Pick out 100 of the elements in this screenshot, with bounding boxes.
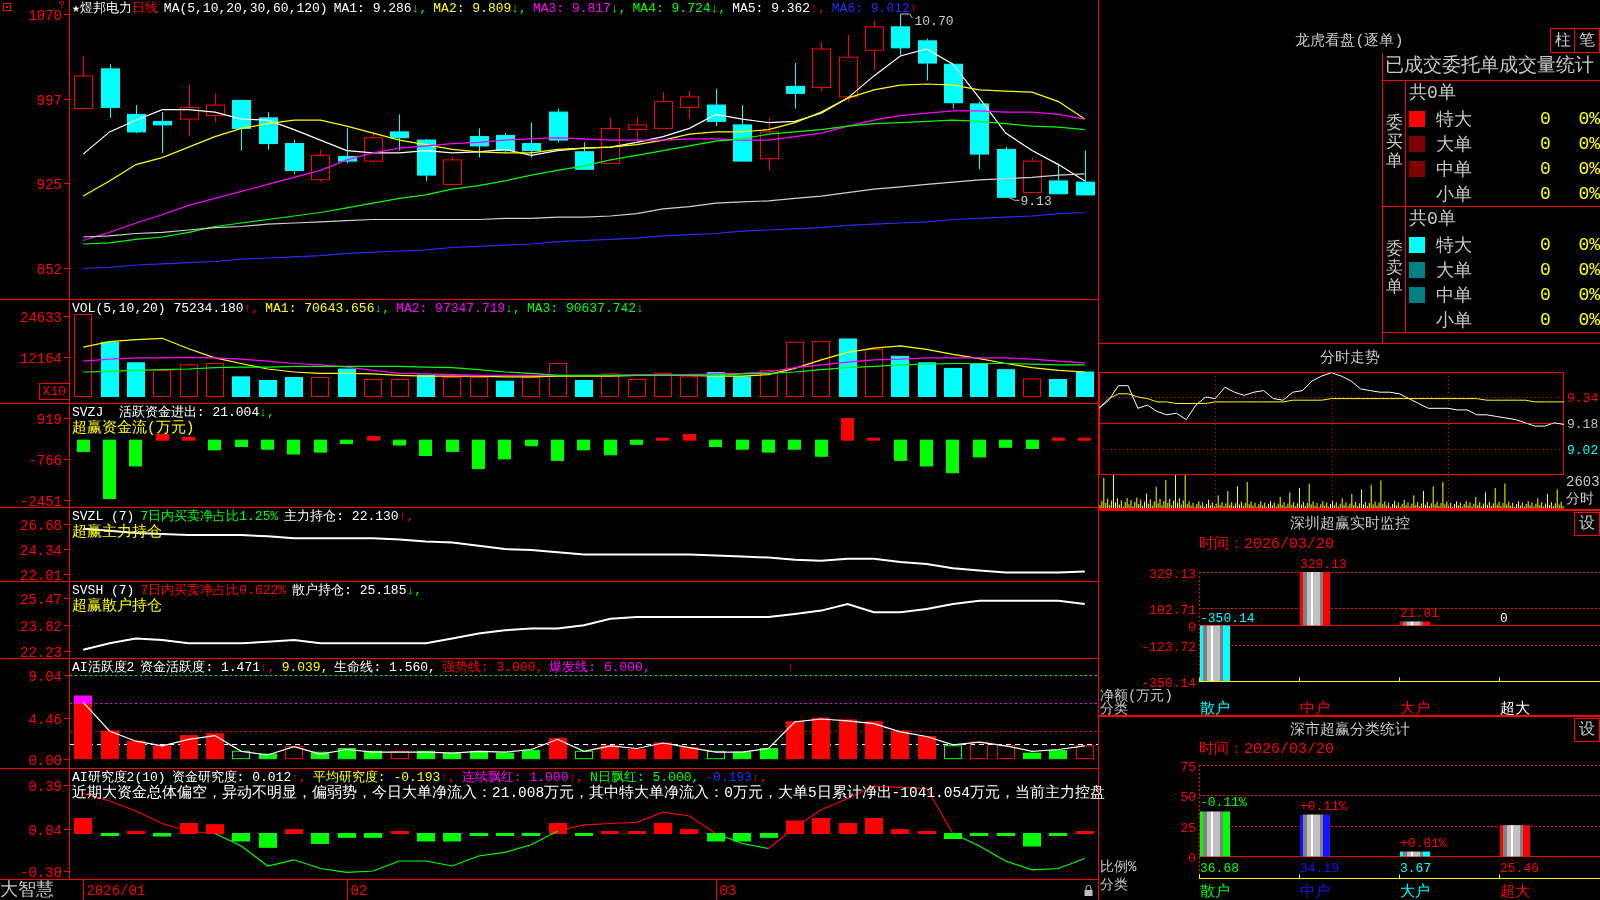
legend-text: MA4: 9.724 [632, 1, 711, 16]
axis-label: 329.13 [1149, 566, 1196, 582]
research-bar [1023, 833, 1041, 847]
flow-bar [973, 439, 986, 458]
candlestick [417, 138, 436, 182]
square-icon[interactable] [3, 3, 11, 11]
order-size-label: 中单 [1436, 284, 1472, 307]
axis-title: 分类 [1100, 701, 1128, 717]
legend-text: 连续飘红: 1.000 [461, 770, 569, 785]
order-percent: 0% [1578, 108, 1600, 129]
research-bar [285, 829, 303, 834]
timestamp: 时间：2026/03/20 [1199, 536, 1334, 553]
order-size-label: 小单 [1436, 183, 1472, 206]
candlestick [390, 113, 409, 152]
axis-label: 4.46 [28, 711, 62, 728]
axis-label: 102.71 [1149, 602, 1196, 618]
view-toggle-button[interactable]: 柱 [1550, 28, 1575, 53]
axis-title: 分类 [1100, 877, 1128, 893]
research-bar [575, 833, 593, 836]
order-percent: 0% [1578, 133, 1600, 154]
flow-bar [419, 439, 432, 456]
axis-title: 比例% [1100, 859, 1137, 875]
trend-arrow: ↓, [610, 1, 627, 16]
candlestick [733, 104, 752, 162]
research-bar [918, 831, 936, 834]
settings-button[interactable]: 设 [1574, 717, 1600, 742]
legend-text: 7日内买卖净占比1.25% [140, 509, 279, 524]
candlestick [180, 83, 199, 138]
flow-bar [683, 434, 696, 441]
view-toggle-button[interactable]: 笔 [1575, 28, 1600, 53]
category-label: 散户 [1200, 701, 1230, 718]
order-count: 0 [1540, 309, 1551, 330]
candlestick [74, 55, 93, 110]
flow-bar [77, 439, 90, 452]
flow-bar [551, 439, 564, 461]
trend-arrow: ↓, [406, 583, 423, 598]
research-bar [839, 823, 857, 834]
candlestick [865, 20, 884, 71]
research-bar [153, 833, 171, 837]
trend-arrow: ↓, [710, 1, 727, 16]
flow-bar [182, 437, 195, 441]
axis-label: 0.39 [28, 778, 62, 795]
trend-arrow: ↑ [909, 1, 918, 16]
date-label: 02 [350, 883, 368, 899]
change-label: +0.11% [1300, 798, 1347, 814]
candlestick [891, 13, 910, 56]
candlestick [206, 92, 225, 124]
axis-label: 9.02 [1567, 442, 1599, 458]
candlestick [680, 90, 699, 120]
help-mark[interactable]: ? [58, 0, 65, 10]
candlestick [997, 146, 1016, 198]
brand-label: 大智慧 [0, 880, 55, 900]
price-annotation: 10.70 [900, 13, 954, 29]
research-bar [127, 831, 145, 834]
order-percent: 0% [1578, 259, 1600, 280]
category-label: 散户 [1200, 884, 1230, 900]
candlestick [918, 38, 937, 82]
trend-arrow: ↑, [440, 770, 456, 785]
legend-text: MA3: 90637.742 [526, 301, 637, 316]
timestamp: 时间：2026/03/20 [1199, 741, 1334, 758]
annotation: 10.70 [914, 14, 954, 30]
research-bar [391, 831, 409, 834]
category-label: 大户 [1400, 701, 1430, 718]
axis-label: 0 [1188, 619, 1196, 635]
order-size-label: 特大 [1436, 108, 1472, 131]
legend-text: 强势线: 3.000, [441, 660, 544, 675]
research-bar [101, 833, 119, 836]
legend-text: 超赢散户持仓 [72, 598, 162, 614]
order-percent: 0% [1578, 234, 1600, 255]
flow-bar [156, 434, 169, 441]
legend-text: 平均研究度: -0.193 [312, 770, 441, 785]
change-label: +0.01% [1400, 835, 1447, 851]
signal-arrow: ↑ [786, 660, 795, 675]
research-bar [1076, 831, 1094, 834]
flow-bar [393, 439, 406, 446]
settings-button[interactable]: 设 [1574, 511, 1600, 536]
candlestick [628, 116, 647, 141]
axis-label: 25 [1180, 820, 1196, 836]
axis-label: 50 [1180, 789, 1196, 805]
candlestick [601, 117, 620, 164]
trend-arrow: ↓, [374, 301, 391, 316]
order-percent: 0% [1578, 309, 1600, 330]
category-label: 大户 [1400, 884, 1430, 900]
candlestick [259, 111, 278, 150]
stacked-bar-segment [74, 695, 92, 704]
value-label: 25.46 [1500, 860, 1539, 876]
research-bar [628, 831, 646, 834]
candlestick [522, 122, 541, 159]
axis-label: 852 [36, 261, 62, 278]
category-label: 中户 [1300, 884, 1330, 900]
research-bar [180, 823, 198, 834]
legend-text: SVSH (7) [72, 583, 135, 598]
order-size-label: 大单 [1436, 133, 1472, 156]
legend-text: MA1: 9.286 [333, 1, 412, 16]
candlestick [575, 141, 594, 170]
order-percent: 0% [1578, 183, 1600, 204]
axis-label: 24.34 [20, 542, 62, 559]
net-flow-bar [1300, 572, 1330, 626]
value-label: 329.13 [1300, 557, 1347, 572]
legend-text: 超赢资金流(万元) [72, 420, 195, 436]
